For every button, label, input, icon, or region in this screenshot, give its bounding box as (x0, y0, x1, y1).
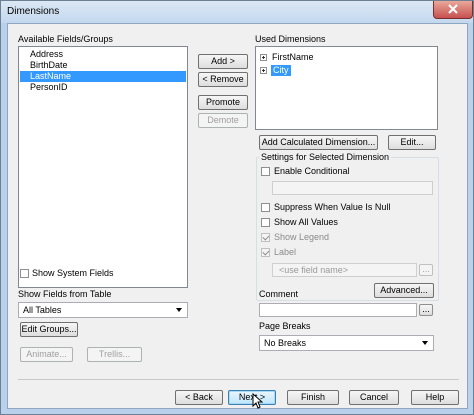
used-dimensions-label: Used Dimensions (255, 34, 326, 44)
advanced-button[interactable]: Advanced... (374, 283, 434, 298)
footer-separator (18, 379, 459, 380)
dimensions-dialog: Dimensions Available Fields/Groups Addre… (0, 0, 474, 415)
demote-button[interactable]: Demote (198, 113, 248, 128)
animate-button[interactable]: Animate... (20, 347, 73, 362)
label-ellipsis-button[interactable]: ... (419, 264, 433, 276)
settings-groupbox (256, 157, 439, 301)
title-bar[interactable]: Dimensions (1, 1, 473, 23)
available-fields-label: Available Fields/Groups (18, 34, 113, 44)
show-all-values-label: Show All Values (274, 217, 338, 227)
plus-box-icon[interactable] (260, 54, 267, 61)
show-legend-checkbox[interactable] (261, 233, 270, 242)
chevron-down-icon (176, 308, 182, 312)
add-button[interactable]: Add > (198, 54, 248, 69)
finish-button[interactable]: Finish (287, 390, 339, 405)
comment-ellipsis-button[interactable]: ... (419, 304, 433, 316)
comment-label: Comment (259, 289, 299, 299)
show-system-fields-label: Show System Fields (32, 268, 114, 278)
show-system-fields-checkbox[interactable] (20, 269, 29, 278)
plus-box-icon[interactable] (260, 67, 267, 74)
label-checkbox-label: Label (274, 247, 297, 257)
show-legend-label: Show Legend (274, 232, 330, 242)
enable-conditional-label: Enable Conditional (274, 166, 350, 176)
enable-conditional-checkbox[interactable] (261, 167, 270, 176)
close-button[interactable] (433, 1, 473, 19)
list-item[interactable]: BirthDate (20, 60, 186, 71)
suppress-null-checkbox[interactable] (261, 203, 270, 212)
promote-button[interactable]: Promote (198, 95, 248, 110)
settings-group-title: Settings for Selected Dimension (259, 152, 392, 162)
available-fields-list[interactable]: Address BirthDate LastName PersonID (18, 46, 188, 288)
help-button[interactable]: Help (411, 390, 459, 405)
label-field[interactable]: <use field name> (272, 263, 417, 277)
page-breaks-label: Page Breaks (259, 321, 311, 331)
comment-field[interactable] (259, 303, 417, 317)
mouse-pointer-icon (252, 393, 263, 409)
table-dropdown[interactable]: All Tables (18, 302, 188, 318)
tree-item-label: City (271, 65, 291, 76)
label-checkbox[interactable] (261, 248, 270, 257)
conditional-expression-field[interactable] (272, 181, 433, 195)
tree-item-label: FirstName (272, 52, 314, 62)
chevron-down-icon (422, 341, 428, 345)
list-item[interactable]: Address (20, 49, 186, 60)
page-breaks-dropdown[interactable]: No Breaks (259, 335, 434, 351)
page-breaks-value: No Breaks (264, 338, 307, 348)
trellis-button[interactable]: Trellis... (87, 347, 142, 362)
suppress-null-label: Suppress When Value Is Null (274, 202, 391, 212)
list-item-selected[interactable]: LastName (20, 71, 186, 82)
back-button[interactable]: < Back (175, 390, 223, 405)
show-all-values-checkbox[interactable] (261, 218, 270, 227)
edit-dimension-button[interactable]: Edit... (388, 135, 436, 150)
window-title: Dimensions (7, 6, 60, 17)
used-dimensions-tree[interactable]: FirstName City (255, 46, 438, 130)
list-item[interactable]: PersonID (20, 82, 186, 93)
close-icon (448, 4, 458, 14)
table-dropdown-value: All Tables (23, 305, 62, 315)
show-fields-from-table-label: Show Fields from Table (18, 289, 112, 299)
cancel-button[interactable]: Cancel (349, 390, 399, 405)
add-calculated-dimension-button[interactable]: Add Calculated Dimension... (259, 135, 378, 150)
dialog-client-area: Available Fields/Groups Address BirthDat… (7, 23, 468, 409)
remove-button[interactable]: < Remove (198, 72, 248, 87)
edit-groups-button[interactable]: Edit Groups... (20, 322, 78, 337)
